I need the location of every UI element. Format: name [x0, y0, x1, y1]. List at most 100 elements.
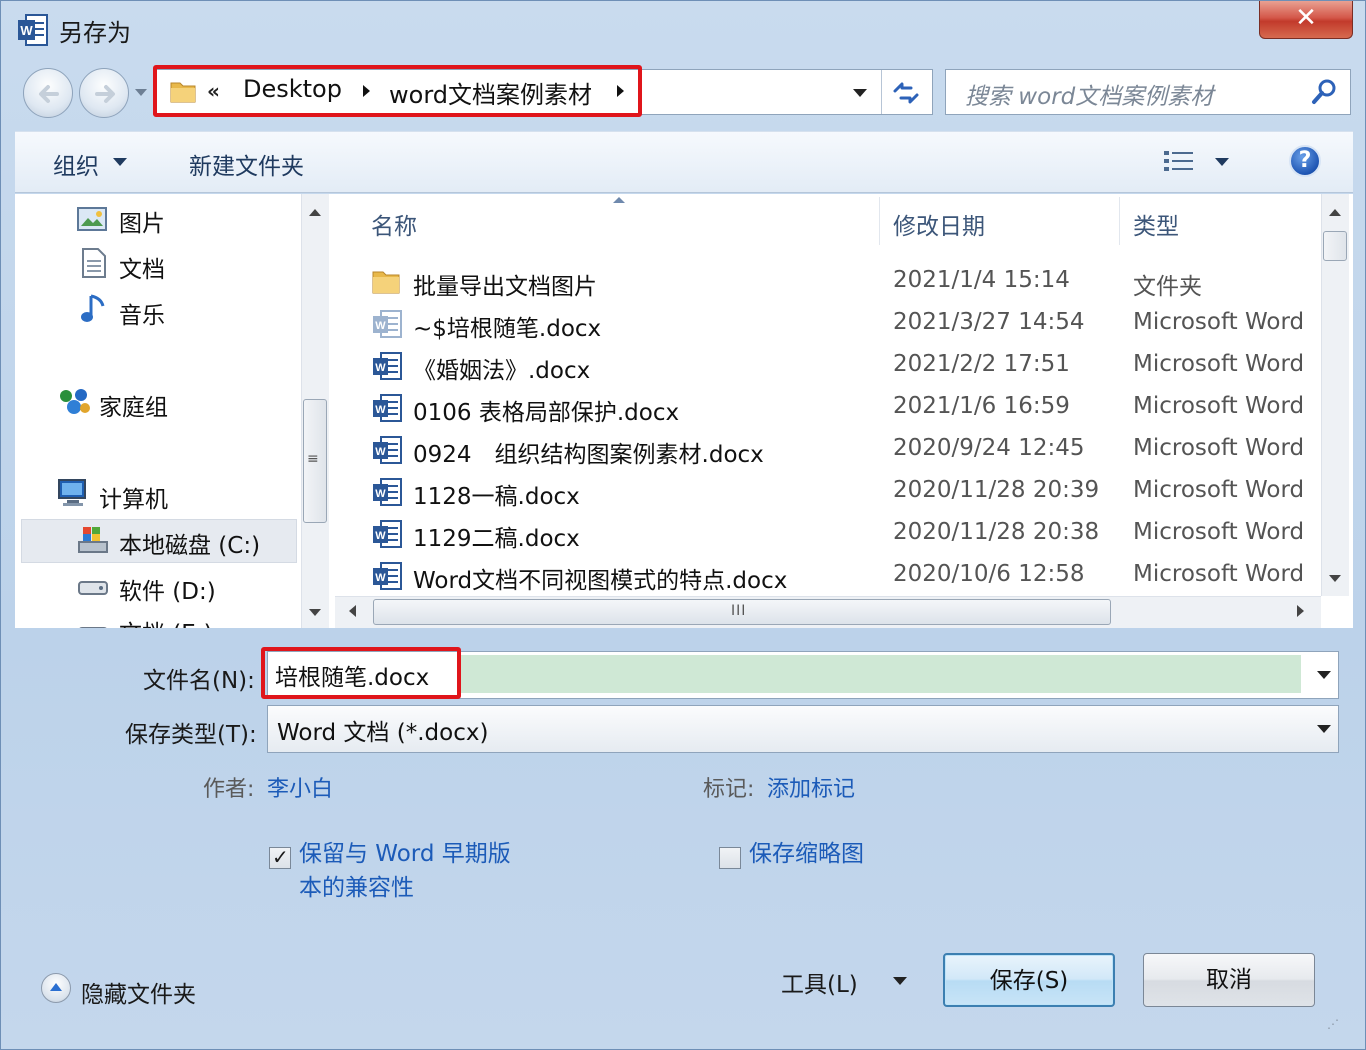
column-header-name[interactable]: 名称 — [371, 207, 417, 241]
file-row[interactable]: 批量导出文档图片 2021/1/4 15:14 文件夹 — [335, 261, 1321, 303]
file-name: 批量导出文档图片 — [413, 274, 597, 300]
sidebar-item-music[interactable]: 音乐 — [119, 296, 165, 330]
tags-label: 标记: — [703, 777, 755, 802]
scroll-grip-icon: III — [731, 603, 747, 619]
refresh-icon[interactable] — [891, 79, 921, 107]
author-value[interactable]: 李小白 — [267, 771, 333, 803]
file-name: Word文档不同视图模式的特点.docx — [413, 568, 788, 594]
filelist-scroll-thumb[interactable] — [1323, 231, 1347, 261]
pictures-icon — [77, 207, 107, 231]
organize-button[interactable]: 组织 — [53, 147, 99, 181]
back-arrow-icon — [39, 85, 59, 103]
title-bar: W 另存为 ✕ — [1, 1, 1365, 59]
file-date: 2020/11/28 20:38 — [893, 519, 1100, 545]
scroll-up-icon[interactable] — [309, 209, 321, 216]
drive-icon — [79, 627, 107, 628]
column-header-type[interactable]: 类型 — [1133, 207, 1179, 241]
file-row[interactable]: W 0106 表格局部保护.docx 2021/1/6 16:59 Micros… — [335, 387, 1321, 429]
svg-text:W: W — [375, 320, 386, 332]
file-date: 2021/1/4 15:14 — [893, 267, 1070, 293]
filetype-value: Word 文档 (*.docx) — [277, 720, 489, 746]
view-dropdown-icon[interactable] — [1215, 158, 1229, 166]
text-selection — [461, 655, 1301, 693]
sidebar-item-drive-e[interactable]: 文档 (E:) — [119, 614, 213, 628]
sidebar-item-drive-d[interactable]: 软件 (D:) — [119, 572, 216, 606]
forward-button[interactable] — [79, 68, 129, 118]
tags-value[interactable]: 添加标记 — [767, 771, 855, 803]
tools-dropdown-icon[interactable] — [893, 977, 907, 985]
file-name: 0106 表格局部保护.docx — [413, 400, 680, 426]
compatibility-checkbox[interactable]: ✓ — [269, 845, 291, 869]
file-name: 《婚姻法》.docx — [413, 358, 591, 384]
word-temp-file-icon: W — [373, 310, 402, 338]
file-row[interactable]: W Word文档不同视图模式的特点.docx 2020/10/6 12:58 M… — [335, 555, 1321, 596]
recent-locations-dropdown[interactable] — [135, 89, 147, 96]
compatibility-label-line2[interactable]: 本的兼容性 — [299, 871, 414, 905]
save-thumbnail-label[interactable]: 保存缩略图 — [749, 837, 864, 871]
window-title: 另存为 — [59, 19, 131, 47]
file-date: 2020/11/28 20:39 — [893, 477, 1100, 503]
checkmark-icon: ✓ — [272, 845, 289, 869]
homegroup-icon — [60, 389, 90, 414]
file-row[interactable]: W 1128一稿.docx 2020/11/28 20:39 Microsoft… — [335, 471, 1321, 513]
word-app-icon: W — [18, 14, 48, 46]
organize-dropdown-icon[interactable] — [113, 158, 127, 166]
hide-folders-button[interactable]: 隐藏文件夹 — [81, 975, 196, 1009]
file-name: ~$培根随笔.docx — [413, 316, 602, 342]
file-row[interactable]: W 0924 组织结构图案例素材.docx 2020/9/24 12:45 Mi… — [335, 429, 1321, 471]
sidebar-item-documents[interactable]: 文档 — [119, 250, 165, 284]
svg-text:W: W — [375, 572, 386, 584]
navigation-pane: 图片 文档 音乐 家庭组 计算机 本地磁盘 (C:) 软件 (D:) — [15, 194, 301, 628]
sidebar-item-homegroup[interactable]: 家庭组 — [99, 388, 168, 422]
scroll-up-icon[interactable] — [1329, 209, 1341, 216]
column-divider[interactable] — [879, 197, 880, 245]
back-button[interactable] — [23, 68, 73, 118]
local-disk-icon — [78, 527, 108, 553]
address-history-dropdown[interactable] — [853, 89, 867, 97]
folder-icon — [372, 271, 400, 294]
file-date: 2021/2/2 17:51 — [893, 351, 1070, 377]
scroll-down-icon[interactable] — [309, 609, 321, 616]
file-type: Microsoft Word — [1133, 519, 1305, 545]
save-button[interactable]: 保存(S) — [943, 953, 1115, 1007]
filetype-dropdown-icon[interactable] — [1317, 725, 1331, 733]
resize-grip-icon[interactable]: ⋰ — [1327, 1017, 1339, 1031]
address-highlight-annotation — [153, 65, 642, 117]
music-icon — [81, 294, 105, 322]
new-folder-button[interactable]: 新建文件夹 — [189, 147, 304, 181]
close-button[interactable]: ✕ — [1259, 1, 1353, 39]
save-thumbnail-checkbox[interactable] — [719, 847, 741, 869]
tools-button[interactable]: 工具(L) — [781, 965, 858, 999]
filename-dropdown-icon[interactable] — [1317, 671, 1331, 679]
cancel-button[interactable]: 取消 — [1143, 953, 1315, 1007]
column-divider[interactable] — [1119, 197, 1120, 245]
scroll-right-icon[interactable] — [1297, 605, 1304, 617]
file-date: 2020/9/24 12:45 — [893, 435, 1085, 461]
close-icon: ✕ — [1295, 3, 1317, 33]
author-label: 作者: — [203, 777, 255, 802]
file-name: 1129二稿.docx — [413, 526, 580, 552]
forward-arrow-icon — [95, 85, 115, 103]
sidebar-item-computer[interactable]: 计算机 — [99, 480, 168, 514]
compatibility-label-line1[interactable]: 保留与 Word 早期版 — [299, 837, 511, 871]
sidebar-item-pictures[interactable]: 图片 — [119, 204, 165, 238]
scroll-left-icon[interactable] — [349, 605, 356, 617]
svg-text:W: W — [375, 530, 386, 542]
hide-folders-icon[interactable] — [41, 973, 71, 1003]
filename-highlight-annotation — [261, 647, 461, 699]
search-icon[interactable] — [1309, 77, 1339, 107]
computer-icon — [58, 479, 86, 506]
svg-text:W: W — [375, 446, 386, 458]
file-type: 文件夹 — [1133, 274, 1202, 300]
svg-text:W: W — [375, 488, 386, 500]
file-row[interactable]: W ~$培根随笔.docx 2021/3/27 14:54 Microsoft … — [335, 303, 1321, 345]
search-placeholder: 搜索 word文档案例素材 — [965, 84, 1214, 110]
column-header-date[interactable]: 修改日期 — [893, 207, 985, 241]
scroll-down-icon[interactable] — [1329, 575, 1341, 582]
file-row[interactable]: W 1129二稿.docx 2020/11/28 20:38 Microsoft… — [335, 513, 1321, 555]
file-row[interactable]: W 《婚姻法》.docx 2021/2/2 17:51 Microsoft Wo… — [335, 345, 1321, 387]
divider — [881, 70, 882, 114]
sidebar-item-local-disk-c[interactable]: 本地磁盘 (C:) — [119, 526, 260, 560]
view-details-icon[interactable] — [1163, 149, 1195, 173]
help-icon[interactable]: ? — [1289, 145, 1321, 177]
